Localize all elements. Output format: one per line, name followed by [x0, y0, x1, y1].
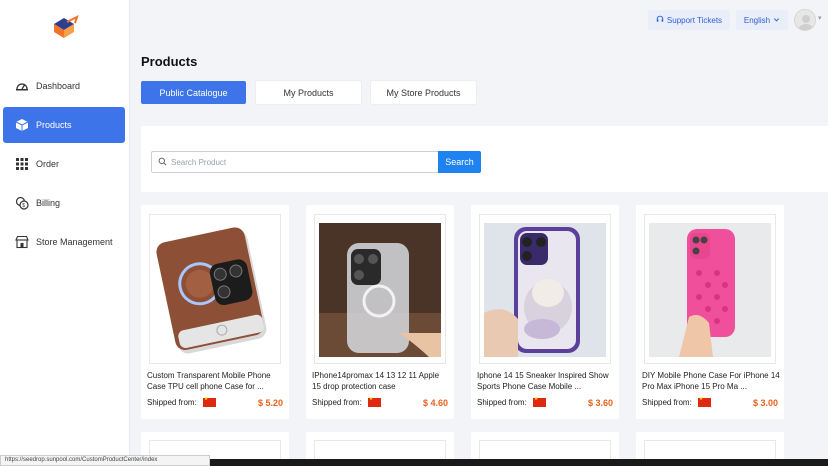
product-card[interactable]: Iphone 14 15 Sneaker Inspired Show Sport…	[471, 205, 619, 419]
page-title: Products	[141, 54, 198, 69]
product-name: DIY Mobile Phone Case For iPhone 14 Pro …	[642, 371, 780, 391]
product-name: Iphone 14 15 Sneaker Inspired Show Sport…	[477, 371, 609, 391]
box-icon	[15, 118, 29, 132]
sidebar-item-label: Store Management	[36, 237, 113, 247]
product-name: IPhone14promax 14 13 12 11 Apple 15 drop…	[312, 371, 440, 391]
product-image	[644, 214, 776, 364]
shipped-from: Shipped from:	[147, 396, 216, 407]
search-input[interactable]	[171, 157, 431, 167]
sidebar-item-label: Order	[36, 159, 60, 169]
search-icon	[158, 153, 167, 171]
svg-text:$: $	[22, 203, 25, 209]
china-flag-icon	[697, 396, 711, 407]
sidebar-nav: Dashboard Products Order $ Billing Store…	[0, 68, 130, 263]
sidebar-item-label: Dashboard	[36, 81, 81, 91]
support-tickets-button[interactable]: Support Tickets	[648, 10, 730, 30]
product-price: $ 3.60	[587, 398, 613, 408]
dashboard-icon	[15, 79, 29, 93]
coins-icon: $	[15, 196, 29, 210]
sidebar: Dashboard Products Order $ Billing Store…	[0, 0, 130, 466]
product-card[interactable]: Custom Transparent Mobile Phone Case TPU…	[141, 205, 289, 419]
shipped-from-label: Shipped from:	[147, 398, 197, 407]
product-card[interactable]: DIY Mobile Phone Case For iPhone 14 Pro …	[636, 205, 784, 419]
status-url: https://seedrop.sunpool.com/CustomProduc…	[0, 455, 210, 466]
grid-icon	[15, 157, 29, 171]
sidebar-item-dashboard[interactable]: Dashboard	[3, 68, 125, 104]
product-image	[149, 214, 281, 364]
china-flag-icon	[202, 396, 216, 407]
search-button[interactable]: Search	[438, 151, 481, 173]
search-panel: Search	[141, 126, 828, 192]
search-field	[151, 151, 439, 173]
avatar-chevron-icon[interactable]: ▾	[818, 14, 822, 22]
sidebar-item-billing[interactable]: $ Billing	[3, 185, 125, 221]
tab-my-store-products[interactable]: My Store Products	[371, 81, 476, 104]
topbar: Support Tickets English ▾	[130, 0, 828, 40]
tab-public-catalogue[interactable]: Public Catalogue	[141, 81, 246, 104]
sidebar-item-label: Products	[36, 120, 72, 130]
sidebar-item-store-management[interactable]: Store Management	[3, 224, 125, 260]
shipped-from-label: Shipped from:	[312, 398, 362, 407]
store-icon	[15, 235, 29, 249]
avatar[interactable]	[794, 9, 816, 31]
sidebar-item-order[interactable]: Order	[3, 146, 125, 182]
shipped-from: Shipped from:	[312, 396, 381, 407]
product-price: $ 5.20	[257, 398, 283, 408]
chevron-down-icon	[773, 16, 780, 25]
tab-my-products[interactable]: My Products	[256, 81, 361, 104]
headset-icon	[656, 15, 664, 25]
product-image	[314, 214, 446, 364]
brand-logo[interactable]	[50, 14, 80, 40]
product-price: $ 4.60	[422, 398, 448, 408]
shipped-from-label: Shipped from:	[477, 398, 527, 407]
china-flag-icon	[532, 396, 546, 407]
product-price: $ 3.00	[752, 398, 778, 408]
shipped-from-label: Shipped from:	[642, 398, 692, 407]
language-label: English	[743, 15, 771, 25]
language-select[interactable]: English	[736, 10, 788, 30]
product-name: Custom Transparent Mobile Phone Case TPU…	[147, 371, 271, 391]
sidebar-item-products[interactable]: Products	[3, 107, 125, 143]
product-tabs: Public Catalogue My Products My Store Pr…	[141, 81, 476, 104]
support-tickets-label: Support Tickets	[666, 15, 723, 25]
product-image	[479, 214, 611, 364]
sidebar-item-label: Billing	[36, 198, 61, 208]
china-flag-icon	[367, 396, 381, 407]
product-card[interactable]: IPhone14promax 14 13 12 11 Apple 15 drop…	[306, 205, 454, 419]
shipped-from: Shipped from:	[642, 396, 711, 407]
shipped-from: Shipped from:	[477, 396, 546, 407]
